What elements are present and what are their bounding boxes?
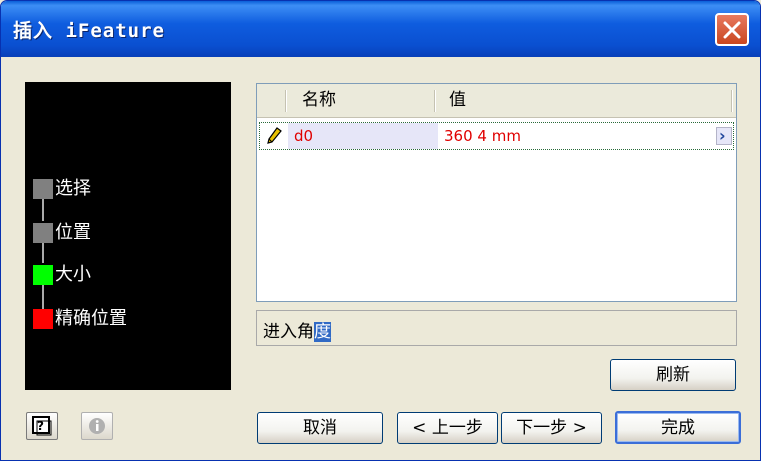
- svg-text:?: ?: [37, 419, 44, 433]
- column-separator: [731, 90, 733, 112]
- step-label: 位置: [55, 222, 91, 243]
- step-indicator: [33, 223, 53, 243]
- prompt-text-prefix: 进入角: [263, 322, 314, 342]
- column-header-value[interactable]: 值: [449, 84, 466, 117]
- next-button[interactable]: 下一步 >: [501, 412, 602, 444]
- prompt-field: 进入角度: [256, 310, 737, 346]
- cancel-button[interactable]: 取消: [257, 412, 383, 444]
- help-button[interactable]: ?: [26, 412, 58, 440]
- step-connector: [42, 285, 44, 309]
- step-connector: [42, 243, 44, 263]
- help-icon: ?: [32, 416, 52, 436]
- insert-ifeature-dialog: 插入 iFeature 选择 位置 大小 精确位置 名称 值 d0 360 4 …: [0, 0, 761, 461]
- column-header-name[interactable]: 名称: [302, 84, 336, 117]
- close-icon: [723, 21, 741, 39]
- step-indicator: [33, 265, 53, 285]
- info-icon: [89, 418, 105, 434]
- step-connector: [42, 199, 44, 221]
- step-indicator: [33, 179, 53, 199]
- close-button[interactable]: [715, 13, 749, 46]
- table-row[interactable]: d0 360 4 mm ›: [259, 122, 734, 150]
- column-separator[interactable]: [285, 90, 287, 112]
- refresh-button[interactable]: 刷新: [610, 359, 736, 391]
- chevron-right-icon: ›: [719, 126, 726, 145]
- prompt-text-highlight: 度: [314, 322, 331, 342]
- step-label: 选择: [55, 178, 91, 199]
- column-separator[interactable]: [434, 90, 436, 112]
- window-title: 插入 iFeature: [13, 20, 165, 42]
- title-bar[interactable]: 插入 iFeature: [1, 1, 760, 57]
- step-label: 精确位置: [55, 308, 127, 329]
- finish-button[interactable]: 完成: [615, 411, 741, 444]
- back-button[interactable]: < 上一步: [397, 412, 498, 444]
- step-panel: 选择 位置 大小 精确位置: [25, 82, 231, 390]
- parameter-name: d0: [294, 127, 314, 145]
- table-header: 名称 值: [257, 84, 736, 118]
- prompt-text: 进入角度: [263, 317, 331, 342]
- pencil-icon: [267, 127, 282, 144]
- info-button[interactable]: [81, 412, 113, 440]
- step-label: 大小: [55, 264, 91, 285]
- parameter-table: 名称 值 d0 360 4 mm ›: [256, 83, 737, 302]
- value-dropdown-button[interactable]: ›: [716, 126, 732, 145]
- parameter-value[interactable]: 360 4 mm: [444, 127, 521, 145]
- step-indicator: [33, 309, 53, 329]
